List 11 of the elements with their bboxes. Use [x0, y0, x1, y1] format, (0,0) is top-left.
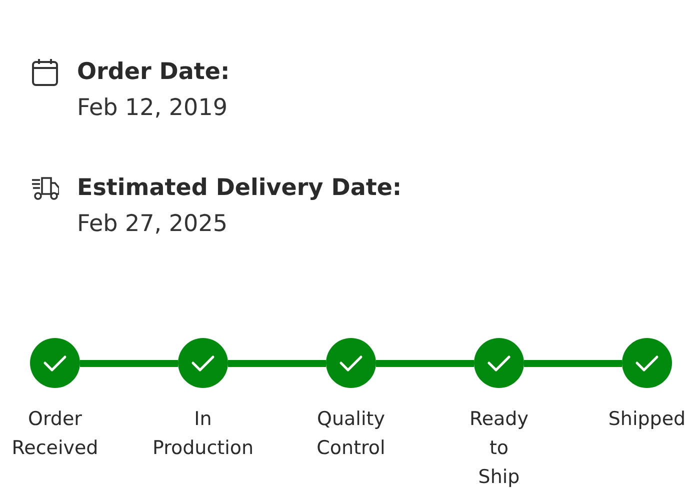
step-label: Ready to Ship — [470, 407, 528, 490]
truck-icon — [31, 174, 59, 202]
date-value: Feb 12, 2019 — [76, 94, 228, 123]
step-label: Shipped — [608, 407, 686, 432]
detail-label: Estimated Delivery Date: — [77, 174, 402, 203]
step-label: Quality Control — [316, 407, 386, 461]
date-value: Feb 27, 2025 — [76, 210, 228, 239]
step-label: In Production — [152, 407, 254, 461]
calendar-icon — [31, 58, 59, 86]
detail-label: Order Date: — [77, 58, 230, 87]
step-label: Order Received — [12, 407, 98, 461]
